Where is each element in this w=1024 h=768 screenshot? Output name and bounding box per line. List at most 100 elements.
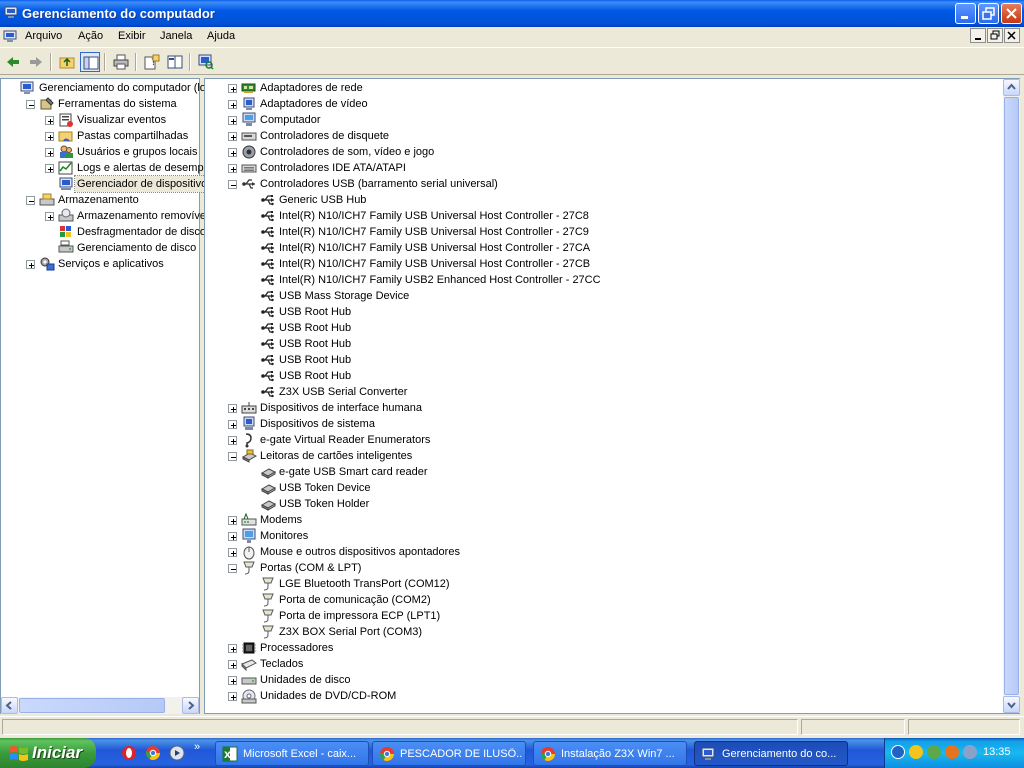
menu-acao[interactable]: Ação [78,30,103,42]
collapse-button[interactable] [228,564,237,573]
device-row[interactable]: USB Root Hub [205,336,1019,352]
taskbar-button[interactable]: PESCADOR DE ILUSÕ... [372,741,526,766]
collapse-button[interactable] [26,196,35,205]
console-tree-row[interactable]: Gerenciamento de disco [1,240,199,256]
scroll-thumb[interactable] [1004,97,1019,695]
expand-button[interactable] [228,404,237,413]
quicklaunch-media-icon[interactable] [169,745,185,761]
device-row[interactable]: Porta de impressora ECP (LPT1) [205,608,1019,624]
expand-button[interactable] [228,420,237,429]
device-row[interactable]: e-gate USB Smart card reader [205,464,1019,480]
device-row[interactable]: Mouse e outros dispositivos apontadores [205,544,1019,560]
forward-button[interactable] [26,52,46,72]
device-row[interactable]: Controladores de disquete [205,128,1019,144]
tray-antivirus-icon[interactable] [945,745,959,759]
expand-button[interactable] [228,548,237,557]
device-row[interactable]: Adaptadores de rede [205,80,1019,96]
device-row[interactable]: Controladores IDE ATA/ATAPI [205,160,1019,176]
device-row[interactable]: Z3X BOX Serial Port (COM3) [205,624,1019,640]
device-row[interactable]: Teclados [205,656,1019,672]
device-row[interactable]: USB Mass Storage Device [205,288,1019,304]
expand-button[interactable] [228,116,237,125]
expand-button[interactable] [228,676,237,685]
device-row[interactable]: Controladores de som, vídeo e jogo [205,144,1019,160]
expand-button[interactable] [45,164,54,173]
menu-arquivo[interactable]: Arquivo [25,30,62,42]
tray-volume-icon[interactable] [963,745,977,759]
console-tree-row[interactable]: Armazenamento removível [1,208,208,224]
device-row[interactable]: Portas (COM & LPT) [205,560,1019,576]
scroll-thumb[interactable] [19,698,165,713]
back-button[interactable] [3,52,23,72]
expand-button[interactable] [45,132,54,141]
device-row[interactable]: Unidades de DVD/CD-ROM [205,688,1019,704]
right-vertical-scrollbar[interactable] [1003,79,1020,713]
device-row[interactable]: USB Root Hub [205,352,1019,368]
device-row[interactable]: USB Token Device [205,480,1019,496]
tray-expand-icon[interactable] [891,745,905,759]
device-row[interactable]: USB Root Hub [205,320,1019,336]
computer-management-icon[interactable] [3,30,18,44]
console-tree-row[interactable]: Gerenciador de dispositivos [1,175,216,193]
device-row[interactable]: Modems [205,512,1019,528]
console-tree-row[interactable]: Pastas compartilhadas [1,128,199,144]
taskbar-button[interactable]: Instalação Z3X Win7 ... [533,741,687,766]
quicklaunch-chrome-icon[interactable] [145,745,161,761]
show-hide-tree-button[interactable] [80,52,100,72]
console-tree-row[interactable]: Armazenamento [1,192,199,208]
scroll-down-button[interactable] [1003,696,1020,713]
collapse-button[interactable] [228,180,237,189]
restore-button[interactable] [978,3,999,24]
device-row[interactable]: USB Token Holder [205,496,1019,512]
expand-button[interactable] [45,148,54,157]
console-tree-row[interactable]: Usuários e grupos locais [1,144,199,160]
properties-button[interactable]: ? [142,52,162,72]
minimize-button[interactable] [955,3,976,24]
device-row[interactable]: USB Root Hub [205,368,1019,384]
collapse-button[interactable] [228,452,237,461]
device-row[interactable]: Leitoras de cartões inteligentes [205,448,1019,464]
device-row[interactable]: Generic USB Hub [205,192,1019,208]
expand-button[interactable] [228,692,237,701]
expand-button[interactable] [26,260,35,269]
console-tree-row[interactable]: Serviços e aplicativos [1,256,199,272]
device-row[interactable]: Z3X USB Serial Converter [205,384,1019,400]
left-horizontal-scrollbar[interactable] [1,697,199,714]
device-tree-pane[interactable]: Adaptadores de rede Adaptadores de vídeo C… [204,78,1020,714]
device-row[interactable]: Computador [205,112,1019,128]
quicklaunch-overflow[interactable]: » [194,741,200,753]
expand-button[interactable] [228,100,237,109]
expand-button[interactable] [228,84,237,93]
expand-button[interactable] [228,644,237,653]
menu-exibir[interactable]: Exibir [118,30,146,42]
scroll-left-button[interactable] [1,697,18,714]
expand-button[interactable] [228,148,237,157]
device-row[interactable]: Intel(R) N10/ICH7 Family USB Universal H… [205,208,1019,224]
console-tree-row[interactable]: Visualizar eventos [1,112,199,128]
menu-janela[interactable]: Janela [160,30,192,42]
up-one-level-button[interactable] [57,52,77,72]
title-bar[interactable]: Gerenciamento do computador [0,0,1024,27]
expand-button[interactable] [228,164,237,173]
console-tree-row[interactable]: Ferramentas do sistema [1,96,199,112]
device-row[interactable]: USB Root Hub [205,304,1019,320]
expand-button[interactable] [45,116,54,125]
child-minimize-button[interactable] [970,28,986,43]
expand-button[interactable] [228,516,237,525]
expand-button[interactable] [228,660,237,669]
menu-ajuda[interactable]: Ajuda [207,30,235,42]
console-tree-row[interactable]: Desfragmentador de disco [1,224,206,240]
taskbar-button[interactable]: Gerenciamento do co... [694,741,848,766]
device-row[interactable]: LGE Bluetooth TransPort (COM12) [205,576,1019,592]
help-button[interactable] [165,52,185,72]
tray-network-icon[interactable] [927,745,941,759]
device-row[interactable]: Intel(R) N10/ICH7 Family USB Universal H… [205,240,1019,256]
device-row[interactable]: Dispositivos de sistema [205,416,1019,432]
start-button[interactable]: Iniciar [0,738,96,768]
scan-hardware-button[interactable] [196,52,216,72]
device-row[interactable]: Monitores [205,528,1019,544]
child-restore-button[interactable] [987,28,1003,43]
expand-button[interactable] [45,212,54,221]
close-button[interactable] [1001,3,1022,24]
quicklaunch-opera-icon[interactable] [121,745,137,761]
